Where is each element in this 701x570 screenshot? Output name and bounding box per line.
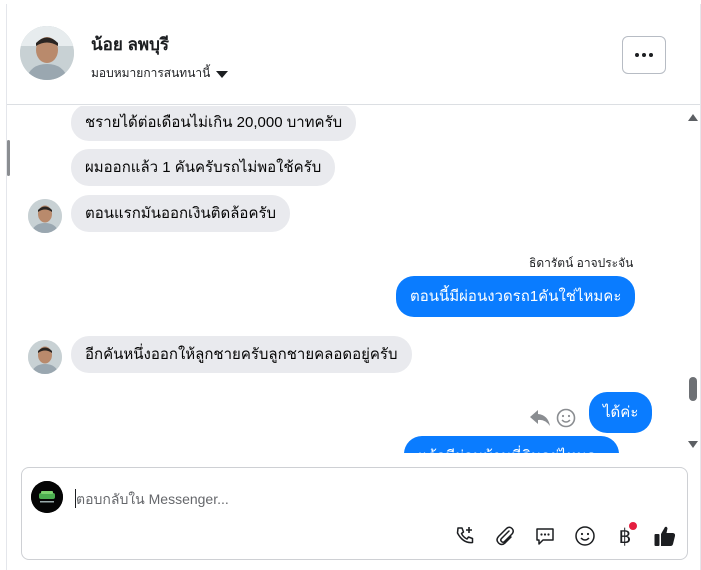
more-dot <box>649 53 653 57</box>
thumbs-up-icon[interactable] <box>652 523 678 549</box>
message-list[interactable]: ชรายได้ต่อเดือนไม่เกิน 20,000 บาทครับ ผม… <box>7 106 701 453</box>
phone-plus-icon[interactable] <box>452 523 478 549</box>
sender-name: ธิดารัตน์ อาจประจัน <box>529 256 634 270</box>
message-bubble-incoming[interactable]: ชรายได้ต่อเดือนไม่เกิน 20,000 บาทครับ <box>71 106 357 141</box>
contact-avatar[interactable] <box>20 26 74 80</box>
contact-avatar-small[interactable] <box>28 199 62 233</box>
message-bubble-incoming[interactable]: ตอนแรกมันออกเงินติดล้อครับ <box>71 195 291 232</box>
scroll-up-arrow[interactable] <box>688 114 698 121</box>
reply-input[interactable]: ตอบกลับใน Messenger... <box>76 489 229 511</box>
chevron-down-icon <box>216 70 229 78</box>
notification-dot <box>629 522 637 530</box>
conversation-header: น้อย ลพบุรี มอบหมายการสนทนานี้ <box>7 4 700 105</box>
more-dot <box>642 53 646 57</box>
assign-label: มอบหมายการสนทนานี้ <box>91 66 211 80</box>
saved-reply-icon[interactable] <box>532 523 558 549</box>
emoji-icon[interactable] <box>572 523 598 549</box>
reply-icon[interactable] <box>529 408 551 428</box>
contact-avatar-small[interactable] <box>28 340 62 374</box>
message-bubble-incoming[interactable]: ผมออกแล้ว 1 คันครับรถไม่พอใช้ครับ <box>71 149 336 186</box>
page-avatar <box>31 481 63 513</box>
react-emoji-icon[interactable] <box>556 408 576 428</box>
message-bubble-incoming[interactable]: อีกคันหนึ่งออกให้ลูกชายครับลูกชายคลอดอยู… <box>71 336 412 373</box>
message-bubble-outgoing[interactable]: แล้วมีผ่อนบ้านที่ดินอยู่ไหมคะ <box>404 436 619 453</box>
more-dots-icon <box>635 53 639 57</box>
paperclip-icon[interactable] <box>492 523 518 549</box>
message-bubble-outgoing[interactable]: ได้ค่ะ <box>589 392 653 433</box>
scrollbar-thumb[interactable] <box>689 377 697 401</box>
message-bubble-outgoing[interactable]: ตอนนี้มีผ่อนงวดรถ1คันใช่ไหมคะ <box>396 276 636 317</box>
assign-conversation-dropdown[interactable]: มอบหมายการสนทนานี้ <box>91 64 229 83</box>
more-options-button[interactable] <box>622 36 666 74</box>
baht-payment-icon[interactable]: ฿ <box>612 522 638 549</box>
conversation-panel: น้อย ลพบุรี มอบหมายการสนทนานี้ ชรายได้ต่… <box>6 4 701 570</box>
contact-name[interactable]: น้อย ลพบุรี <box>91 31 169 58</box>
scroll-down-arrow[interactable] <box>688 441 698 448</box>
reply-composer[interactable]: ตอบกลับใน Messenger... ฿ <box>21 467 688 560</box>
